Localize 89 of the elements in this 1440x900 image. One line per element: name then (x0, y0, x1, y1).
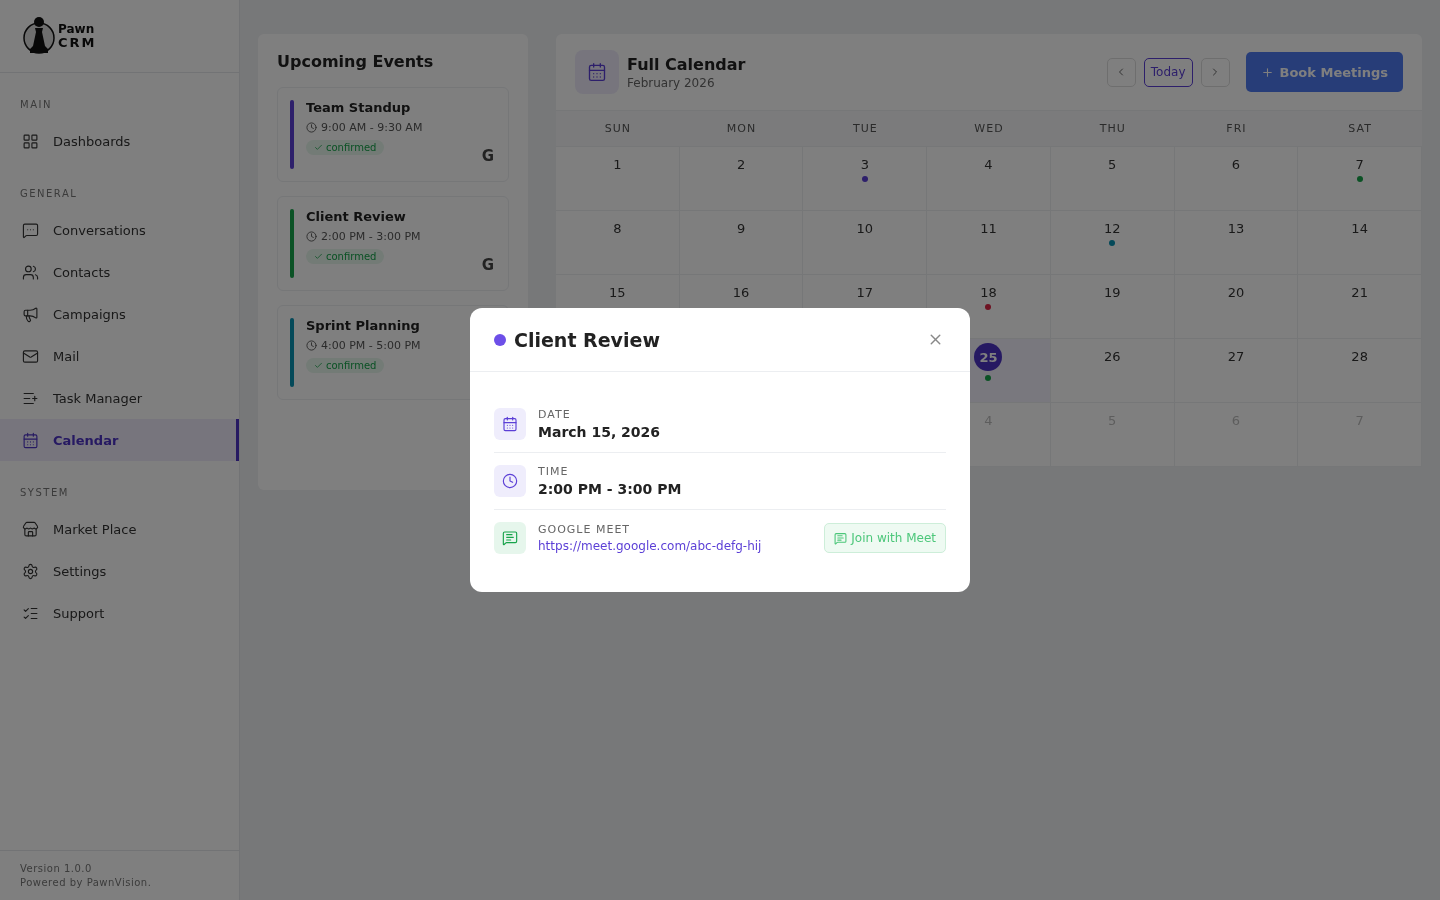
sidebar-item[interactable]: Settings (0, 550, 239, 592)
detail-value: March 15, 2026 (538, 424, 662, 440)
previous-button[interactable] (1106, 57, 1136, 87)
weekday-header: SAT (1298, 111, 1422, 147)
detail-value: 2:00 PM - 3:00 PM (538, 481, 683, 497)
status-badge: confirmed (306, 358, 385, 373)
day-number[interactable]: 9 (736, 221, 746, 236)
day-number[interactable]: 5 (1108, 157, 1117, 172)
day-number[interactable]: 3 (860, 157, 869, 172)
day-number[interactable]: 16 (732, 285, 750, 300)
today-button[interactable]: Today (1143, 57, 1193, 87)
clock-icon (306, 231, 317, 242)
next-button[interactable] (1200, 57, 1230, 87)
meet-link[interactable]: https://meet.google.com/abc-defg-hij (538, 539, 813, 553)
section-label: SYSTEM (19, 486, 70, 500)
sidebar-item[interactable]: Conversations (0, 209, 239, 251)
check-icon (314, 361, 323, 370)
section-label: GENERAL (19, 187, 79, 201)
sidebar-item[interactable]: Mail (0, 335, 239, 377)
event-time: 9:00 AM - 9:30 AM (306, 121, 423, 134)
day-number[interactable]: 18 (980, 285, 997, 300)
sidebar-item[interactable]: Task Manager (0, 377, 239, 419)
source-letter: G (481, 256, 494, 274)
source-letter: G (481, 147, 494, 165)
chat-icon (834, 531, 848, 545)
day-number[interactable]: 14 (1351, 221, 1368, 236)
event-title: Team Standup (306, 100, 412, 115)
panel-title: Upcoming Events (277, 52, 435, 71)
day-number[interactable]: 20 (1227, 285, 1245, 300)
section-label: MAIN (19, 98, 53, 112)
event-card[interactable]: Client Review 2:00 PM - 3:00 PM confirmed G (277, 196, 509, 291)
sidebar-item[interactable]: Campaigns (0, 293, 239, 335)
event-title: Sprint Planning (306, 318, 421, 333)
sidebar-item[interactable]: Contacts (0, 251, 239, 293)
plus-icon (1260, 65, 1274, 79)
day-number[interactable]: 19 (1103, 285, 1121, 300)
day-number[interactable]: 21 (1351, 285, 1368, 300)
status-badge: confirmed (306, 249, 385, 264)
event-card[interactable]: Team Standup 9:00 AM - 9:30 AM confirmed G (277, 87, 509, 182)
day-number[interactable]: 12 (1103, 221, 1121, 236)
day-number[interactable]: 25 (974, 343, 1003, 371)
status-badge: confirmed (306, 140, 385, 155)
weekday-header: WED (927, 111, 1051, 147)
powered-by-text: Powered by PawnVision. (20, 877, 153, 888)
event-time: 4:00 PM - 5:00 PM (306, 339, 421, 352)
day-number[interactable]: 4 (984, 157, 993, 172)
sidebar-item[interactable]: Market Place (0, 508, 239, 550)
version-text: Version 1.0.0 (20, 863, 93, 874)
day-number[interactable]: 28 (1351, 349, 1368, 364)
weekday-header: TUE (803, 111, 928, 147)
detail-label: DATE (538, 408, 572, 421)
day-number[interactable]: 27 (1227, 349, 1245, 364)
weekday-header: THU (1050, 111, 1175, 147)
sidebar-item[interactable]: Calendar (0, 419, 239, 461)
day-number[interactable]: 8 (613, 221, 622, 236)
day-number[interactable]: 15 (609, 285, 626, 300)
day-number[interactable]: 6 (1231, 157, 1241, 172)
day-number[interactable]: 17 (856, 285, 874, 300)
month-label: February 2026 (627, 75, 716, 90)
day-number[interactable]: 11 (980, 221, 997, 236)
weekday-header: SUN (556, 111, 680, 147)
sidebar-item[interactable]: Dashboards (0, 120, 239, 162)
calendar-icon (494, 408, 526, 440)
event-title: Client Review (306, 209, 407, 224)
calendar-icon (575, 50, 619, 94)
calendar-title: Full Calendar (627, 54, 747, 74)
chat-icon (494, 522, 526, 554)
book-meetings-button[interactable]: Book Meetings (1245, 52, 1403, 92)
check-icon (314, 143, 323, 152)
weekday-header: FRI (1174, 111, 1299, 147)
clock-icon (306, 340, 317, 351)
clock-icon (306, 122, 317, 133)
pawn-logo-icon (22, 16, 56, 56)
detail-label: GOOGLE MEET (538, 523, 632, 536)
weekday-header: MON (679, 111, 804, 147)
day-number[interactable]: 10 (856, 221, 874, 236)
clock-icon (494, 465, 526, 497)
day-number[interactable]: 13 (1227, 221, 1245, 236)
day-number[interactable]: 26 (1103, 349, 1121, 364)
logo-text: Pawn (58, 22, 96, 36)
detail-label: TIME (538, 465, 570, 478)
event-time: 2:00 PM - 3:00 PM (306, 230, 421, 243)
day-number[interactable]: 1 (613, 157, 622, 172)
logo-text: CRM (58, 36, 97, 50)
dialog-title: Client Review (514, 328, 661, 351)
day-number[interactable]: 7 (1355, 157, 1364, 172)
day-number[interactable]: 2 (736, 157, 746, 172)
check-icon (314, 252, 323, 261)
sidebar-item[interactable]: Support (0, 592, 239, 634)
